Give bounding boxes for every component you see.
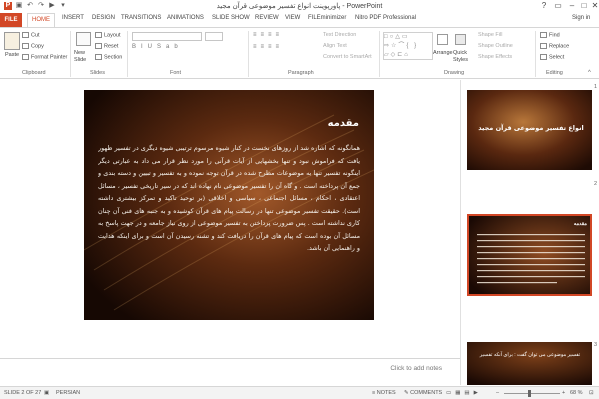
format-painter-button[interactable]: Format Painter	[22, 54, 67, 60]
shape-effects-button[interactable]: Shape Effects	[478, 54, 512, 60]
new-slide-icon[interactable]	[76, 32, 91, 46]
thumbnail-number-3: 3	[593, 342, 597, 348]
thumbnail-2-title: مقدمه	[573, 221, 587, 227]
arrange-icon[interactable]	[437, 34, 448, 45]
slide-heading: مقدمه	[327, 118, 359, 129]
ribbon-tabs: FILE HOME INSERT DESIGN TRANSITIONS ANIM…	[0, 13, 599, 27]
layout-button[interactable]: Layout	[95, 32, 121, 38]
font-format-icons[interactable]: BIUSab	[132, 44, 242, 53]
zoom-in-icon[interactable]: +	[562, 390, 565, 396]
collapse-ribbon-icon[interactable]: ^	[588, 70, 591, 76]
clipboard-group-label: Clipboard	[22, 70, 46, 76]
main-slide[interactable]: مقدمه همانگونه که اشاره شد از روزهای نخس…	[84, 90, 374, 320]
select-icon	[540, 54, 547, 60]
replace-icon	[540, 43, 547, 49]
shape-fill-button[interactable]: Shape Fill	[478, 32, 502, 38]
convert-smartart-button[interactable]: Convert to SmartArt	[323, 54, 372, 60]
thumbnail-number-2: 2	[593, 181, 597, 187]
tab-transitions[interactable]: TRANSITIONS	[121, 15, 161, 21]
thumbnail-pane: 1 انواع تفسیر موضوعی قرآن مجید 2 مقدمه 3	[460, 80, 599, 385]
font-name-box[interactable]	[132, 32, 202, 41]
copy-icon	[22, 43, 29, 49]
language-indicator[interactable]: PERSIAN	[56, 390, 80, 396]
reset-icon	[95, 43, 102, 49]
quick-styles-button[interactable]: Quick Styles	[453, 50, 473, 64]
find-icon	[540, 32, 547, 38]
slides-group-label: Slides	[90, 70, 105, 76]
thumbnail-number-1: 1	[593, 84, 597, 90]
notes-toggle[interactable]: ≡ NOTES	[372, 390, 396, 396]
font-group-label: Font	[170, 70, 182, 76]
replace-button[interactable]: Replace	[540, 43, 569, 49]
align-icons[interactable]: ≡≡≡≡	[253, 44, 318, 53]
tab-slide-show[interactable]: SLIDE SHOW	[212, 15, 250, 21]
tab-file[interactable]: FILE	[0, 13, 22, 27]
title-bar: P ▣ ↶ ↷ ▶ ▾ پاورپوینت انواع تفسیر موضوعی…	[0, 0, 599, 13]
notes-placeholder[interactable]: Click to add notes	[390, 365, 442, 372]
tab-design[interactable]: DESIGN	[92, 15, 115, 21]
close-button[interactable]: ✕	[588, 0, 599, 12]
thumbnail-2-background	[469, 216, 590, 294]
quick-styles-icon[interactable]	[455, 34, 466, 45]
font-size-box[interactable]	[205, 32, 223, 41]
editing-group-label: Editing	[546, 70, 563, 76]
list-icons[interactable]: ≡≡≡≡	[253, 32, 318, 41]
section-icon	[95, 54, 102, 60]
arrange-button[interactable]: Arrange	[433, 50, 453, 56]
shapes-gallery[interactable]: □○△▭ ⇨☆⌒{ } ▱◇⊏⌂	[383, 32, 433, 60]
slide-counter: SLIDE 2 OF 27	[4, 390, 42, 396]
spelling-icon[interactable]: ▣	[44, 390, 49, 396]
sign-in-link[interactable]: Sign in	[572, 15, 590, 21]
scissors-icon	[22, 32, 29, 38]
view-buttons[interactable]: ▭▦▤▶	[446, 390, 482, 396]
text-direction-button[interactable]: Text Direction	[323, 32, 356, 38]
tab-view[interactable]: VIEW	[285, 15, 300, 21]
section-button[interactable]: Section	[95, 54, 122, 60]
copy-button[interactable]: Copy	[22, 43, 44, 49]
slide-body-text: همانگونه که اشاره شد از روزهای نخست در ک…	[98, 144, 360, 252]
shape-outline-button[interactable]: Shape Outline	[478, 43, 513, 49]
tab-review[interactable]: REVIEW	[255, 15, 279, 21]
status-bar: SLIDE 2 OF 27 ▣ PERSIAN ≡ NOTES ✎ COMMEN…	[0, 386, 599, 399]
ribbon: Paste Cut Copy Format Painter Clipboard …	[0, 27, 599, 79]
new-slide-button[interactable]: New Slide	[74, 50, 96, 64]
paintbrush-icon	[22, 54, 29, 60]
tab-insert[interactable]: INSERT	[62, 15, 84, 21]
thumbnail-3-title: تفسیر موضوعی می توان گفت : برای آنکه تفس…	[479, 352, 581, 358]
tab-fileminimizer[interactable]: FILEminimizer	[308, 15, 346, 21]
select-button[interactable]: Select	[540, 54, 564, 60]
layout-icon	[95, 32, 102, 38]
window-title: پاورپوینت انواع تفسیر موضوعی قرآن مجید -…	[216, 3, 383, 10]
thumbnail-slide-1[interactable]: انواع تفسیر موضوعی قرآن مجید	[467, 90, 592, 170]
zoom-slider[interactable]	[504, 393, 560, 394]
notes-pane[interactable]: Click to add notes	[0, 358, 460, 386]
help-icon[interactable]: ?	[537, 0, 551, 12]
paragraph-group-label: Paragraph	[288, 70, 314, 76]
align-text-button[interactable]: Align Text	[323, 43, 347, 49]
tab-nitro-pdf[interactable]: Nitro PDF Professional	[355, 15, 416, 21]
cut-button[interactable]: Cut	[22, 32, 40, 38]
thumbnail-3-background	[467, 342, 592, 385]
paste-icon[interactable]	[4, 32, 20, 50]
tab-home[interactable]: HOME	[27, 13, 55, 27]
paste-button[interactable]: Paste	[5, 52, 19, 58]
fit-slide-icon[interactable]: ⊡	[589, 390, 594, 396]
ribbon-display-icon[interactable]: ▭	[551, 0, 565, 12]
drawing-group-label: Drawing	[444, 70, 465, 76]
zoom-out-icon[interactable]: –	[496, 390, 499, 396]
zoom-slider-thumb[interactable]	[528, 390, 531, 397]
comments-toggle[interactable]: ✎ COMMENTS	[404, 390, 442, 396]
thumbnail-1-title: انواع تفسیر موضوعی قرآن مجید	[478, 124, 584, 132]
thumbnail-slide-2[interactable]: مقدمه	[467, 214, 592, 296]
zoom-level[interactable]: 68 %	[570, 390, 583, 396]
tab-animations[interactable]: ANIMATIONS	[167, 15, 204, 21]
thumbnail-slide-3[interactable]: تفسیر موضوعی می توان گفت : برای آنکه تفس…	[467, 342, 592, 385]
find-button[interactable]: Find	[540, 32, 560, 38]
reset-button[interactable]: Reset	[95, 43, 118, 49]
